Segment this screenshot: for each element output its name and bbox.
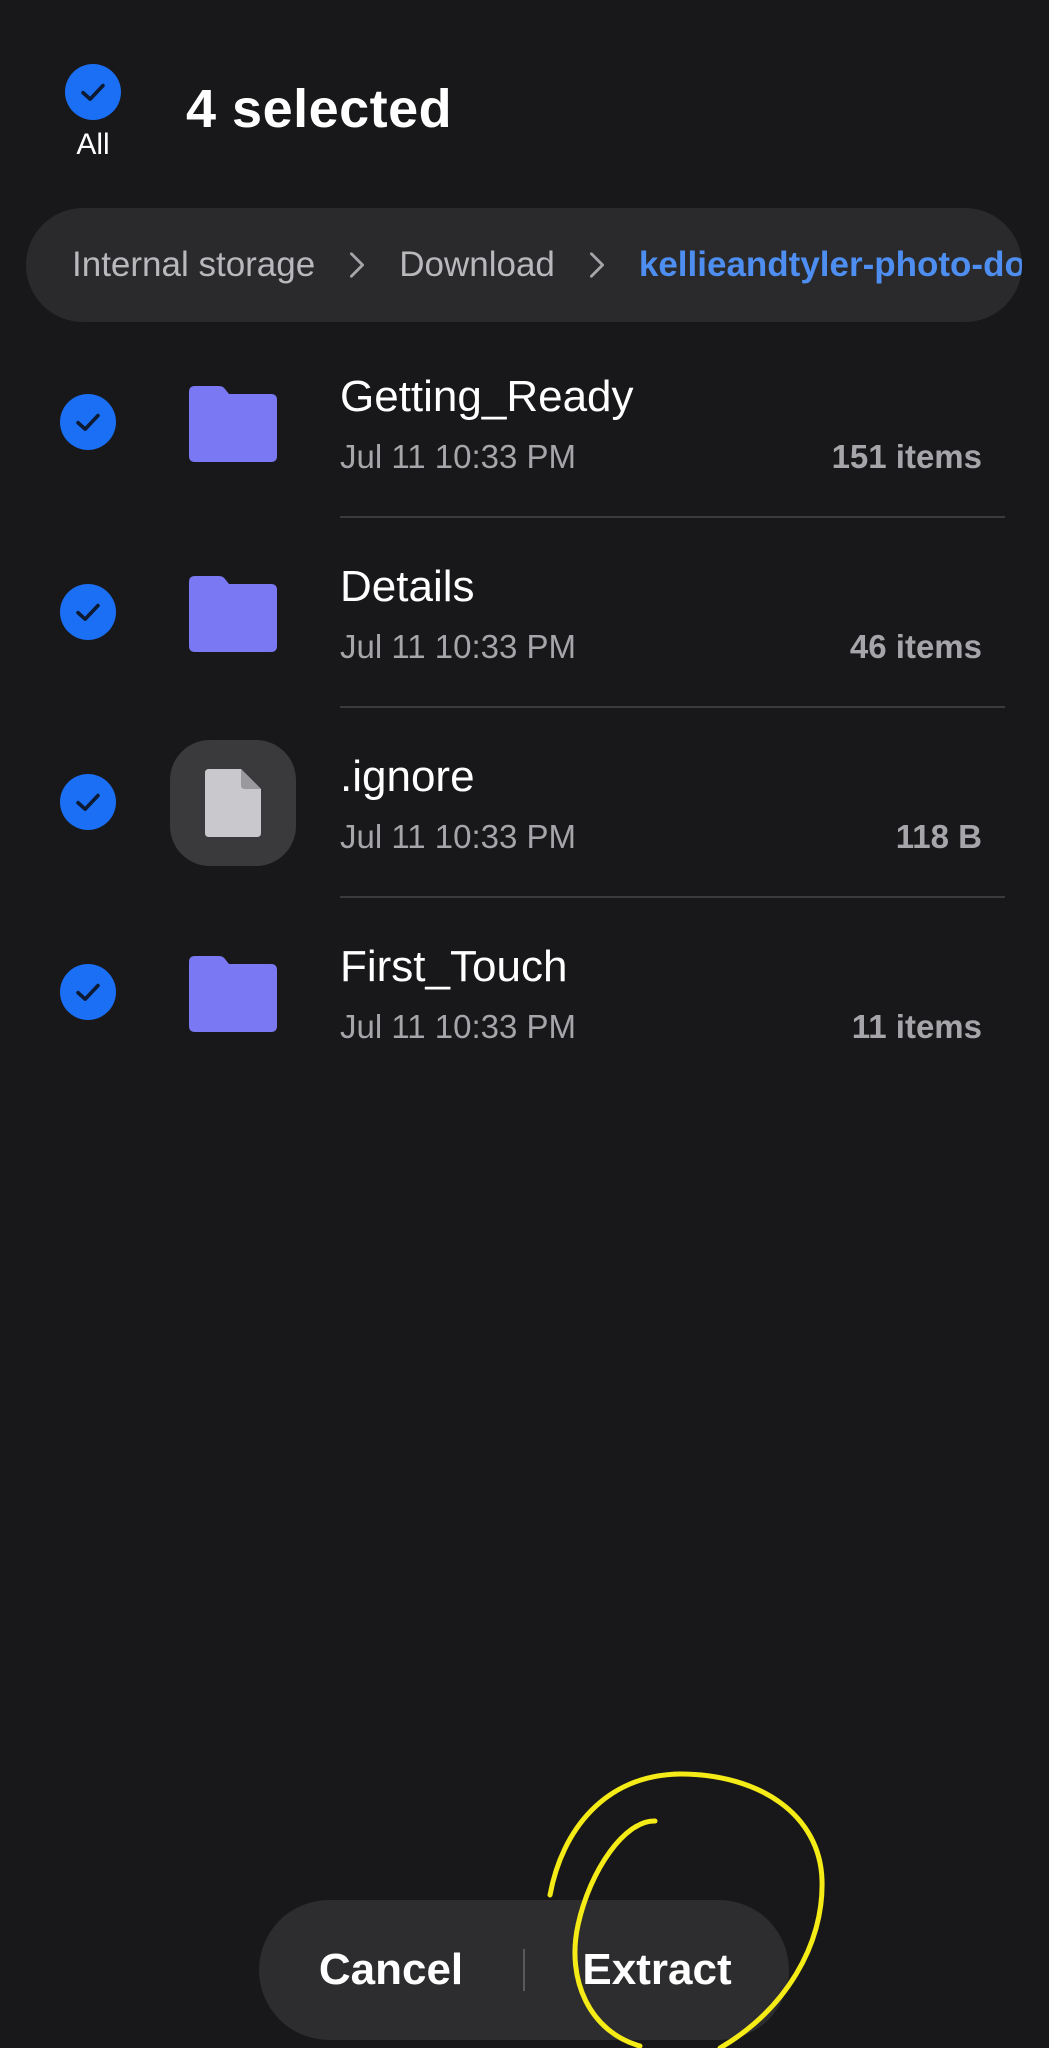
folder-icon: [170, 550, 296, 676]
file-name: .ignore: [340, 752, 475, 801]
selection-count-title: 4 selected: [186, 79, 453, 139]
file-date: Jul 11 10:33 PM: [340, 438, 577, 475]
bottom-action-bar: Cancel Extract: [259, 1900, 789, 2040]
select-all-label: All: [76, 128, 110, 161]
folder-icon: [170, 360, 296, 486]
file-name: First_Touch: [340, 942, 568, 991]
cancel-button[interactable]: Cancel: [259, 1900, 523, 2040]
file-name: Getting_Ready: [340, 372, 634, 421]
file-picker-screen: All 4 selected Internal storage Download…: [0, 0, 1049, 2048]
check-circle-icon[interactable]: [60, 964, 116, 1020]
breadcrumb-item-download[interactable]: Download: [399, 245, 555, 285]
file-size: 151 items: [831, 438, 982, 475]
file-list: Getting_Ready Jul 11 10:33 PM 151 items …: [0, 360, 1049, 1120]
file-size: 118 B: [895, 818, 982, 855]
file-date: Jul 11 10:33 PM: [340, 818, 577, 855]
chevron-right-icon: [345, 250, 369, 280]
file-name: Details: [340, 562, 475, 611]
list-item[interactable]: Getting_Ready Jul 11 10:33 PM 151 items: [0, 360, 1049, 550]
check-circle-icon[interactable]: [60, 774, 116, 830]
check-circle-icon[interactable]: [60, 584, 116, 640]
breadcrumb-item-current-folder[interactable]: kellieandtyler-photo-do: [639, 245, 1022, 285]
breadcrumb: Internal storage Download kellieandtyler…: [26, 208, 1022, 322]
file-size: 11 items: [851, 1008, 982, 1045]
list-item[interactable]: Details Jul 11 10:33 PM 46 items: [0, 550, 1049, 740]
document-icon: [170, 740, 296, 866]
divider: [340, 896, 1005, 898]
file-date: Jul 11 10:33 PM: [340, 628, 577, 665]
breadcrumb-item-internal-storage[interactable]: Internal storage: [72, 245, 315, 285]
list-item[interactable]: First_Touch Jul 11 10:33 PM 11 items: [0, 930, 1049, 1120]
check-circle-icon[interactable]: [60, 394, 116, 450]
folder-icon: [170, 930, 296, 1056]
extract-button[interactable]: Extract: [525, 1900, 789, 2040]
list-item[interactable]: .ignore Jul 11 10:33 PM 118 B: [0, 740, 1049, 930]
chevron-right-icon: [585, 250, 609, 280]
divider: [340, 516, 1005, 518]
select-all-check-icon[interactable]: [65, 64, 121, 120]
divider: [340, 706, 1005, 708]
select-all-toggle[interactable]: All: [62, 64, 124, 162]
file-size: 46 items: [849, 628, 982, 665]
file-date: Jul 11 10:33 PM: [340, 1008, 577, 1045]
